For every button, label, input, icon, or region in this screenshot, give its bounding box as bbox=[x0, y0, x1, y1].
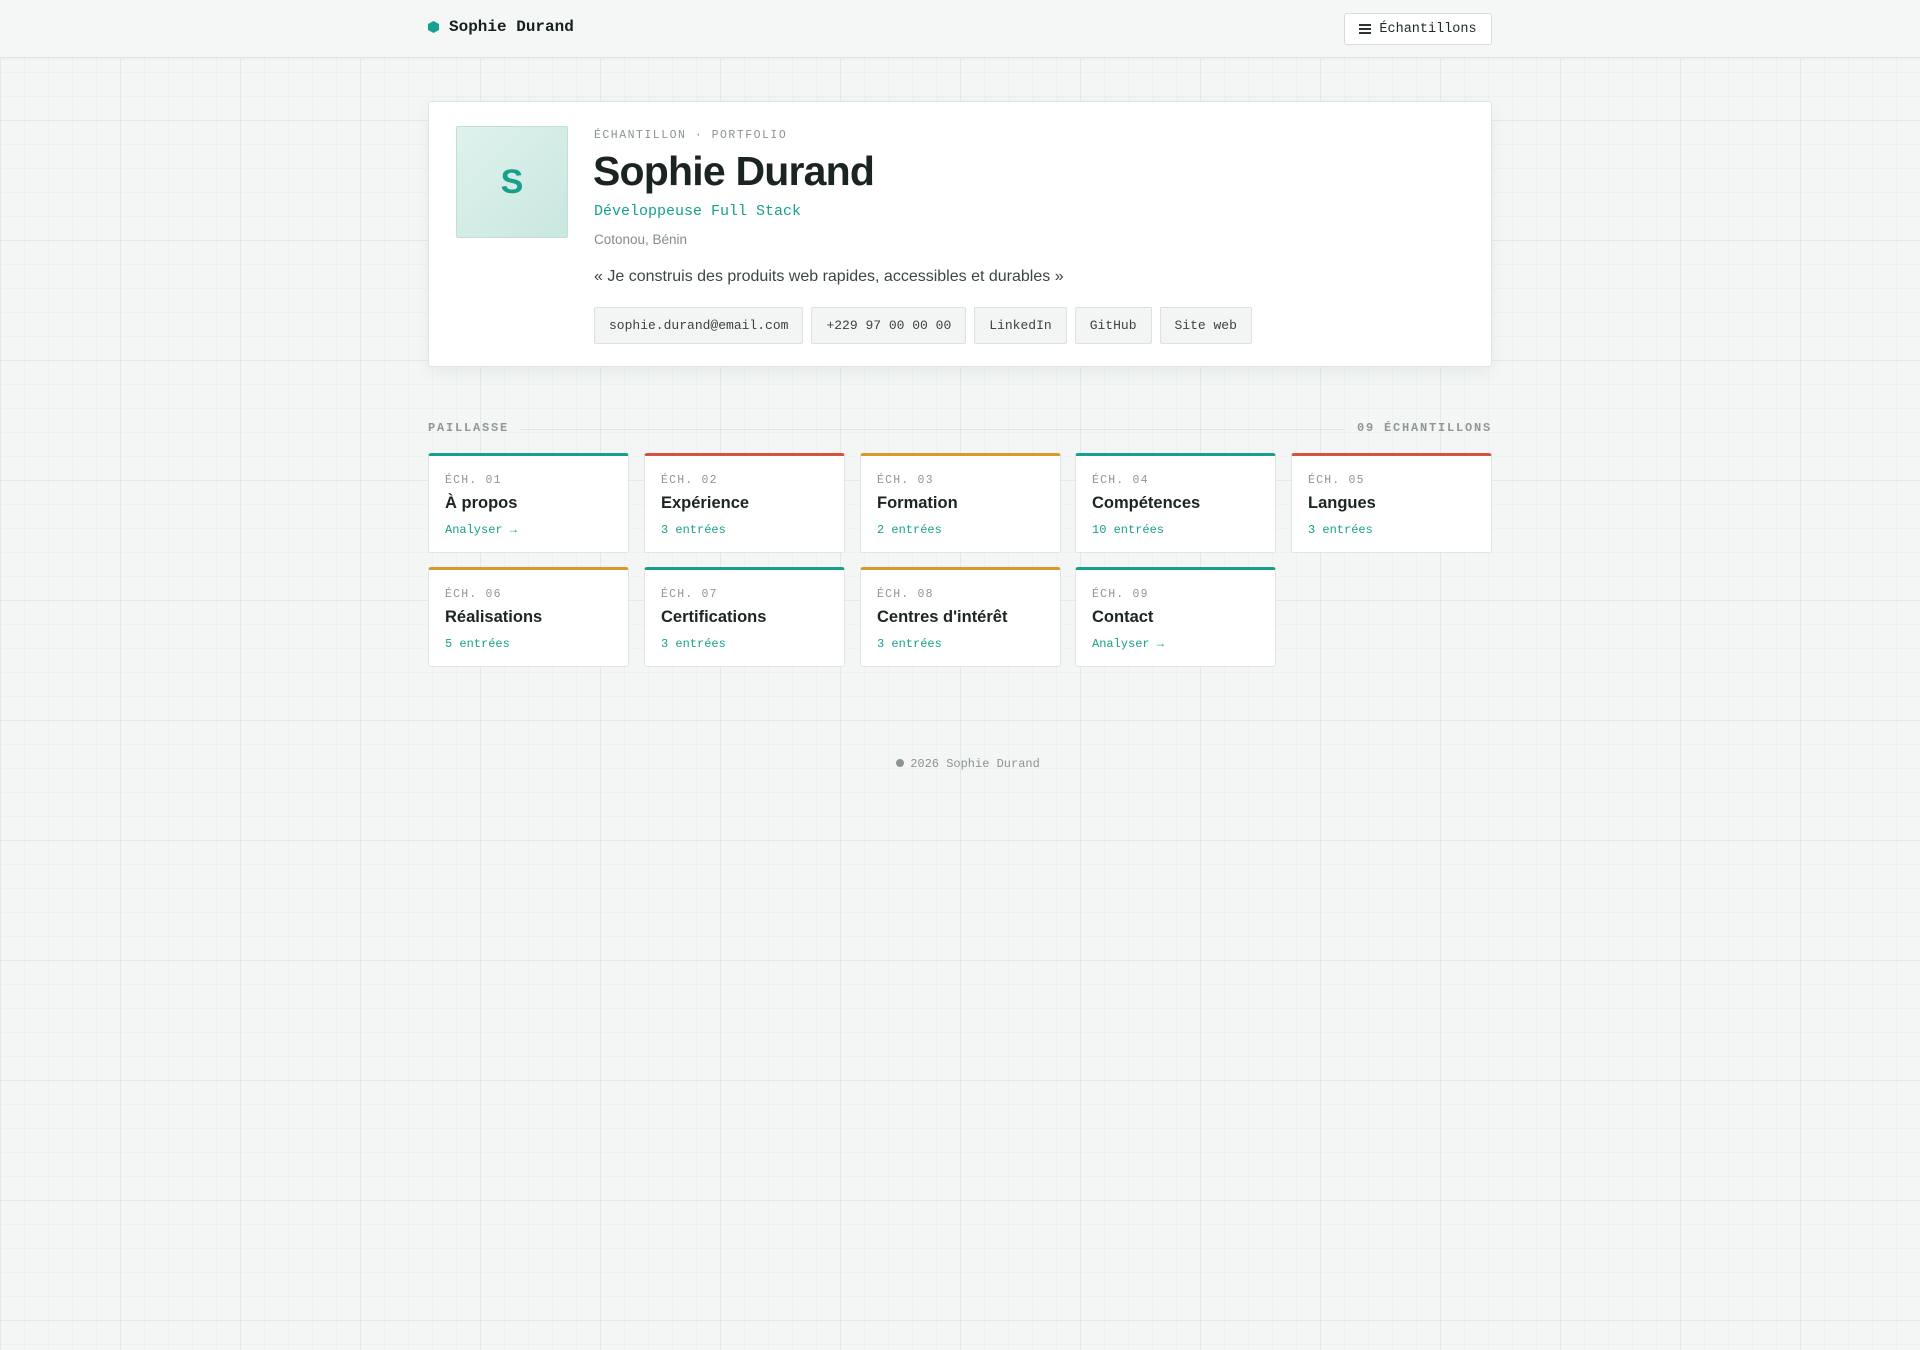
sample-card-experience[interactable]: ÉCH. 02 Expérience 3 entrées bbox=[644, 453, 845, 553]
profile-card: S ÉCHANTILLON · PORTFOLIO Sophie Durand … bbox=[428, 101, 1492, 367]
sample-number: ÉCH. 08 bbox=[877, 588, 934, 601]
sample-card-certifications[interactable]: ÉCH. 07 Certifications 3 entrées bbox=[644, 567, 845, 667]
section-label: PAILLASSE bbox=[428, 421, 510, 435]
sample-card-contact[interactable]: ÉCH. 09 Contact Analyser → bbox=[1075, 567, 1276, 667]
profile-eyebrow: ÉCHANTILLON · PORTFOLIO bbox=[594, 129, 788, 142]
samples-menu-label: Échantillons bbox=[1379, 21, 1477, 37]
sample-title: Formation bbox=[877, 494, 958, 512]
sample-subtitle: 3 entrées bbox=[1308, 523, 1373, 537]
sample-title: Langues bbox=[1308, 494, 1376, 512]
footer-dot-icon bbox=[896, 759, 905, 767]
sample-title: Expérience bbox=[661, 494, 750, 512]
brand[interactable]: Sophie Durand bbox=[428, 18, 574, 36]
sample-number: ÉCH. 05 bbox=[1308, 474, 1365, 487]
sample-subtitle: Analyser → bbox=[1092, 637, 1165, 651]
profile-location: Cotonou, Bénin bbox=[594, 232, 688, 247]
profile-role: Développeuse Full Stack bbox=[594, 203, 802, 220]
brand-name: Sophie Durand bbox=[449, 18, 574, 36]
sample-title: Contact bbox=[1092, 608, 1154, 626]
sample-card-languages[interactable]: ÉCH. 05 Langues 3 entrées bbox=[1291, 453, 1492, 553]
sample-title: Centres d'intérêt bbox=[877, 608, 1008, 626]
footer-text: 2026 Sophie Durand bbox=[910, 757, 1040, 771]
phone-link[interactable]: +229 97 00 00 00 bbox=[811, 307, 967, 344]
sample-subtitle: 2 entrées bbox=[877, 523, 942, 537]
linkedin-link[interactable]: LinkedIn bbox=[974, 307, 1067, 344]
sample-subtitle: Analyser → bbox=[445, 523, 518, 537]
sample-card-interests[interactable]: ÉCH. 08 Centres d'intérêt 3 entrées bbox=[860, 567, 1061, 667]
section-header: PAILLASSE 09 ÉCHANTILLONS bbox=[428, 421, 1492, 437]
profile-name: Sophie Durand bbox=[593, 148, 875, 194]
sample-title: Compétences bbox=[1092, 494, 1201, 512]
sample-title: À propos bbox=[445, 494, 518, 512]
sample-title: Réalisations bbox=[445, 608, 543, 626]
sample-card-skills[interactable]: ÉCH. 04 Compétences 10 entrées bbox=[1075, 453, 1276, 553]
sample-number: ÉCH. 06 bbox=[445, 588, 502, 601]
sample-card-about[interactable]: ÉCH. 01 À propos Analyser → bbox=[428, 453, 629, 553]
github-link[interactable]: GitHub bbox=[1074, 307, 1152, 344]
sample-subtitle: 3 entrées bbox=[661, 637, 726, 651]
sample-number: ÉCH. 02 bbox=[661, 474, 718, 487]
sample-card-education[interactable]: ÉCH. 03 Formation 2 entrées bbox=[860, 453, 1061, 553]
website-link[interactable]: Site web bbox=[1159, 307, 1252, 344]
sample-subtitle: 3 entrées bbox=[877, 637, 942, 651]
sample-number: ÉCH. 09 bbox=[1092, 588, 1149, 601]
section-divider bbox=[520, 429, 1344, 430]
menu-icon bbox=[1359, 24, 1372, 34]
email-link[interactable]: sophie.durand@email.com bbox=[594, 307, 804, 344]
sample-title: Certifications bbox=[661, 608, 767, 626]
hexagon-logo-icon bbox=[428, 21, 439, 33]
footer: 2026 Sophie Durand bbox=[0, 757, 1920, 771]
sample-subtitle: 3 entrées bbox=[661, 523, 726, 537]
sample-number: ÉCH. 03 bbox=[877, 474, 934, 487]
sample-number: ÉCH. 04 bbox=[1092, 474, 1149, 487]
avatar: S bbox=[456, 126, 568, 238]
profile-quote: « Je construis des produits web rapides,… bbox=[594, 268, 1064, 285]
contact-links: sophie.durand@email.com +229 97 00 00 00… bbox=[594, 307, 1252, 344]
sample-number: ÉCH. 07 bbox=[661, 588, 718, 601]
samples-menu-button[interactable]: Échantillons bbox=[1344, 13, 1492, 45]
sample-subtitle: 5 entrées bbox=[445, 637, 510, 651]
sample-subtitle: 10 entrées bbox=[1092, 523, 1165, 537]
sample-card-achievements[interactable]: ÉCH. 06 Réalisations 5 entrées bbox=[428, 567, 629, 667]
sample-number: ÉCH. 01 bbox=[445, 474, 502, 487]
section-count: 09 ÉCHANTILLONS bbox=[1356, 421, 1492, 435]
top-bar: Sophie Durand Échantillons bbox=[0, 0, 1920, 58]
